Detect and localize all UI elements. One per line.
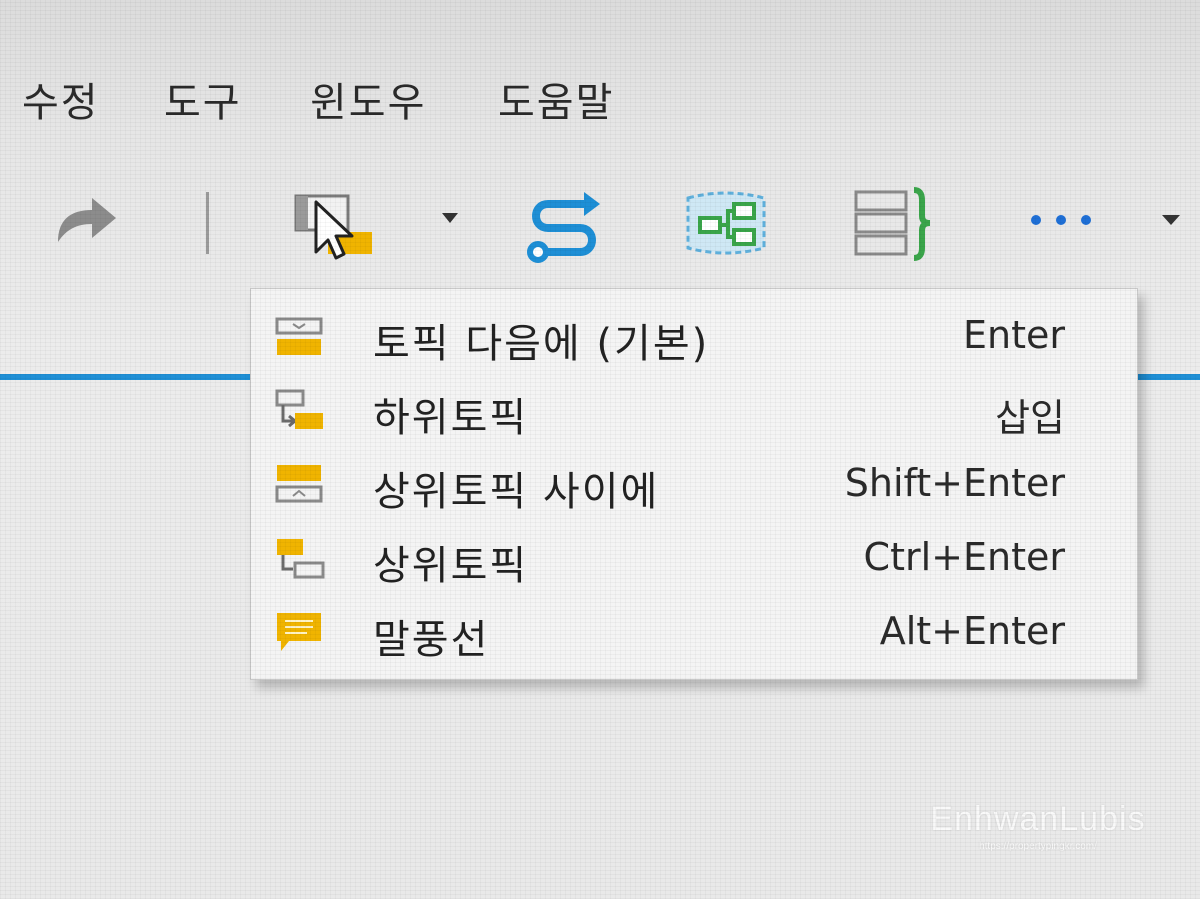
menu-item-label: 하위토픽 <box>373 395 529 441</box>
menu-item-label: 상위토픽 <box>373 543 529 589</box>
topic-before-icon <box>275 465 323 503</box>
redo-button[interactable] <box>48 190 122 250</box>
relationship-icon <box>527 192 600 263</box>
canvas-accent-line <box>0 374 250 380</box>
app-window: 수정 도구 윈도우 도움말 토픽 다음에 (기본) Enter 하위토픽 삽입 … <box>0 0 1200 899</box>
menu-item-shortcut: Alt+Enter <box>879 609 1065 653</box>
watermark-url: https://propertypingkr.com/ <box>979 841 1097 852</box>
menu-item-shortcut: Ctrl+Enter <box>863 535 1065 579</box>
menu-item-shortcut: 삽입 <box>995 396 1065 440</box>
toolbar <box>0 180 1200 270</box>
menu-help[interactable]: 도움말 <box>498 70 614 128</box>
boundary-button[interactable] <box>682 188 770 258</box>
toolbar-overflow-arrow-icon[interactable] <box>1160 212 1182 226</box>
menu-tools[interactable]: 도구 <box>164 70 242 128</box>
parent-topic-icon <box>277 539 325 579</box>
boundary-icon <box>686 191 766 255</box>
more-button[interactable] <box>1026 210 1096 230</box>
topic-after-icon <box>275 317 323 355</box>
watermark: EnhwanLubis https://propertypingkr.com/ <box>918 800 1158 852</box>
callout-icon <box>277 613 321 651</box>
insert-topic-button[interactable] <box>292 188 376 264</box>
more-icon <box>1031 215 1091 225</box>
menu-item-label: 말풍선 <box>373 617 490 663</box>
menu-bar: 수정 도구 윈도우 도움말 <box>0 62 1200 132</box>
insert-dropdown-arrow-icon[interactable] <box>440 210 460 224</box>
canvas-accent-line-right <box>1136 374 1200 380</box>
menu-item-parent-topic[interactable]: 상위토픽 Ctrl+Enter <box>251 521 1137 593</box>
summary-button[interactable] <box>852 186 938 262</box>
insert-topic-icon <box>294 194 372 260</box>
toolbar-separator <box>206 192 209 254</box>
relationship-button[interactable] <box>522 186 608 266</box>
menu-item-callout[interactable]: 말풍선 Alt+Enter <box>251 595 1137 667</box>
insert-topic-dropdown: 토픽 다음에 (기본) Enter 하위토픽 삽입 상위토픽 사이에 Shift… <box>250 288 1138 680</box>
menu-item-shortcut: Shift+Enter <box>844 461 1065 505</box>
subtopic-icon <box>275 389 323 429</box>
watermark-name: EnhwanLubis <box>930 800 1146 838</box>
summary-icon <box>854 187 931 261</box>
menu-item-subtopic[interactable]: 하위토픽 삽입 <box>251 373 1137 445</box>
menu-item-topic-after[interactable]: 토픽 다음에 (기본) Enter <box>251 299 1137 371</box>
menu-item-label: 토픽 다음에 (기본) <box>373 321 710 367</box>
menu-item-shortcut: Enter <box>963 313 1065 357</box>
menu-edit[interactable]: 수정 <box>22 70 100 128</box>
menu-item-topic-before[interactable]: 상위토픽 사이에 Shift+Enter <box>251 447 1137 519</box>
menu-item-label: 상위토픽 사이에 <box>373 469 660 515</box>
menu-window[interactable]: 윈도우 <box>310 70 426 128</box>
redo-icon <box>58 198 116 242</box>
